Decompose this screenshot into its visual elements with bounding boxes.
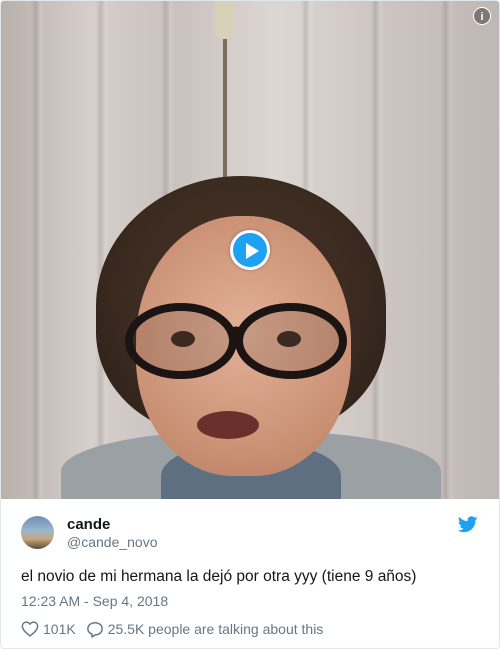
- tweet-text: el novio de mi hermana la dejó por otra …: [21, 568, 417, 585]
- screen-name[interactable]: @cande_novo: [67, 534, 158, 550]
- tweet-body: cande @cande_novo el novio de mi hermana…: [1, 499, 499, 648]
- video-subject-glasses: [125, 303, 347, 379]
- curtain-rod-end: [215, 1, 233, 39]
- tweet-embed-card: i cande @cande_novo el novio de mi herma…: [0, 0, 500, 649]
- tweet-actions: 101K 25.5K people are talking about this: [21, 619, 333, 639]
- video-subject-mouth: [197, 411, 259, 439]
- like-action[interactable]: 101K: [21, 621, 76, 637]
- like-count: 101K: [43, 621, 76, 637]
- video-player[interactable]: i: [1, 1, 499, 499]
- twitter-bird-icon[interactable]: [458, 516, 478, 533]
- reply-icon: [86, 621, 103, 638]
- curtain-fold: [31, 1, 45, 499]
- reply-count: 25.5K people are talking about this: [107, 621, 324, 637]
- curtain-fold: [441, 1, 455, 499]
- curtain-fold: [96, 1, 110, 499]
- play-icon: [246, 243, 259, 259]
- heart-icon: [21, 621, 39, 637]
- reply-action[interactable]: 25.5K people are talking about this: [86, 621, 324, 638]
- play-button[interactable]: [230, 230, 270, 270]
- display-name[interactable]: cande: [67, 516, 110, 533]
- timestamp[interactable]: 12:23 AM - Sep 4, 2018: [21, 593, 168, 609]
- avatar[interactable]: [21, 516, 54, 549]
- curtain-fold: [371, 1, 385, 499]
- info-icon[interactable]: i: [473, 7, 491, 25]
